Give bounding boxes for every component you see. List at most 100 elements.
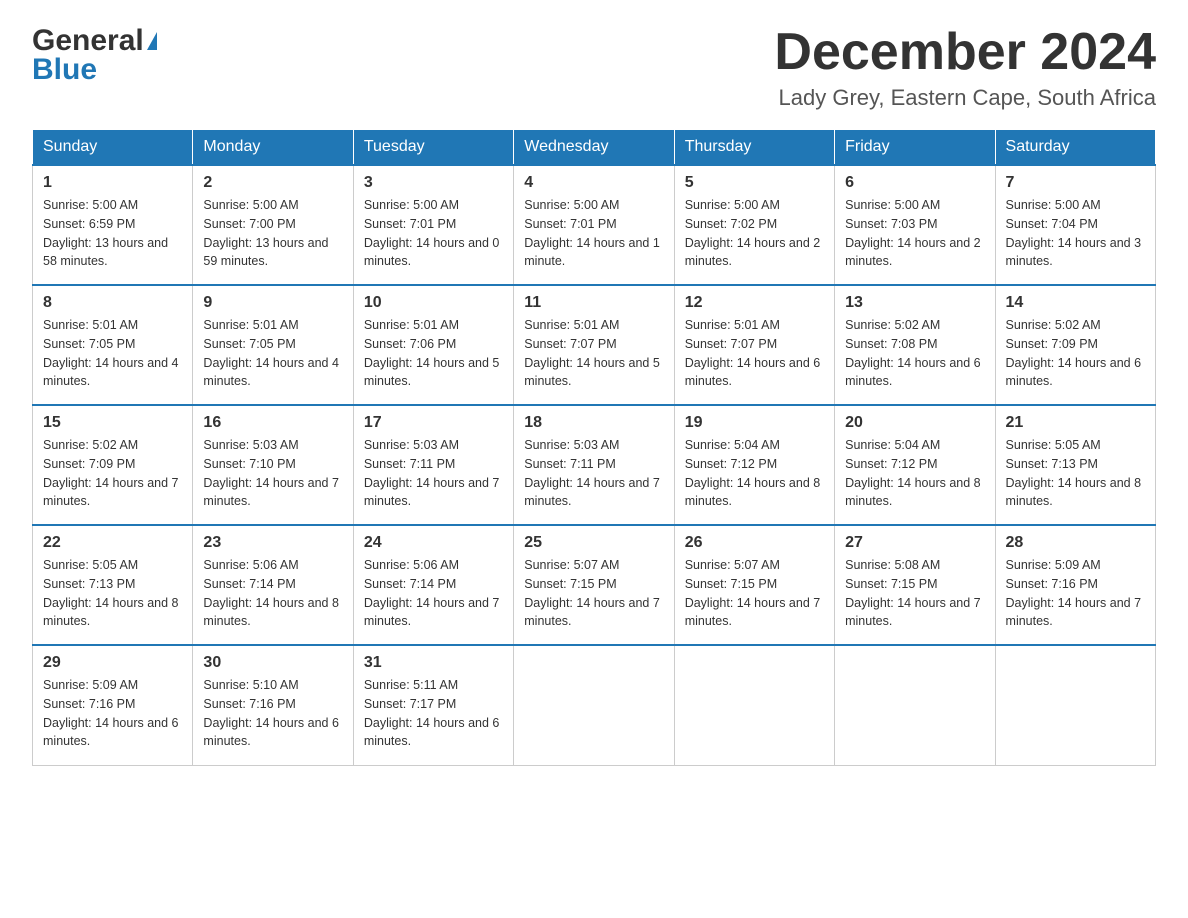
day-number: 27 (845, 534, 984, 552)
day-number: 16 (203, 414, 342, 432)
calendar-cell: 22 Sunrise: 5:05 AM Sunset: 7:13 PM Dayl… (33, 525, 193, 645)
calendar-cell: 14 Sunrise: 5:02 AM Sunset: 7:09 PM Dayl… (995, 285, 1155, 405)
day-number: 12 (685, 294, 824, 312)
calendar-week-row: 1 Sunrise: 5:00 AM Sunset: 6:59 PM Dayli… (33, 165, 1156, 285)
day-info: Sunrise: 5:01 AM Sunset: 7:05 PM Dayligh… (43, 316, 182, 391)
day-number: 30 (203, 654, 342, 672)
calendar-cell: 5 Sunrise: 5:00 AM Sunset: 7:02 PM Dayli… (674, 165, 834, 285)
calendar-cell: 26 Sunrise: 5:07 AM Sunset: 7:15 PM Dayl… (674, 525, 834, 645)
calendar-cell: 23 Sunrise: 5:06 AM Sunset: 7:14 PM Dayl… (193, 525, 353, 645)
logo-blue: Blue (32, 53, 97, 87)
calendar-cell: 17 Sunrise: 5:03 AM Sunset: 7:11 PM Dayl… (353, 405, 513, 525)
day-number: 5 (685, 174, 824, 192)
calendar-cell (674, 645, 834, 765)
calendar-cell: 13 Sunrise: 5:02 AM Sunset: 7:08 PM Dayl… (835, 285, 995, 405)
header-tuesday: Tuesday (353, 130, 513, 166)
day-number: 31 (364, 654, 503, 672)
day-info: Sunrise: 5:01 AM Sunset: 7:06 PM Dayligh… (364, 316, 503, 391)
day-info: Sunrise: 5:01 AM Sunset: 7:05 PM Dayligh… (203, 316, 342, 391)
calendar-week-row: 15 Sunrise: 5:02 AM Sunset: 7:09 PM Dayl… (33, 405, 1156, 525)
header-saturday: Saturday (995, 130, 1155, 166)
day-info: Sunrise: 5:01 AM Sunset: 7:07 PM Dayligh… (524, 316, 663, 391)
day-number: 20 (845, 414, 984, 432)
day-info: Sunrise: 5:00 AM Sunset: 7:01 PM Dayligh… (364, 196, 503, 271)
calendar-cell (835, 645, 995, 765)
day-info: Sunrise: 5:05 AM Sunset: 7:13 PM Dayligh… (1006, 436, 1145, 511)
calendar-cell: 9 Sunrise: 5:01 AM Sunset: 7:05 PM Dayli… (193, 285, 353, 405)
header-friday: Friday (835, 130, 995, 166)
day-number: 23 (203, 534, 342, 552)
calendar-cell: 21 Sunrise: 5:05 AM Sunset: 7:13 PM Dayl… (995, 405, 1155, 525)
calendar-week-row: 22 Sunrise: 5:05 AM Sunset: 7:13 PM Dayl… (33, 525, 1156, 645)
calendar-cell: 10 Sunrise: 5:01 AM Sunset: 7:06 PM Dayl… (353, 285, 513, 405)
day-info: Sunrise: 5:02 AM Sunset: 7:08 PM Dayligh… (845, 316, 984, 391)
day-number: 29 (43, 654, 182, 672)
calendar-cell: 15 Sunrise: 5:02 AM Sunset: 7:09 PM Dayl… (33, 405, 193, 525)
calendar-week-row: 29 Sunrise: 5:09 AM Sunset: 7:16 PM Dayl… (33, 645, 1156, 765)
day-number: 24 (364, 534, 503, 552)
title-area: December 2024 Lady Grey, Eastern Cape, S… (774, 24, 1156, 111)
day-info: Sunrise: 5:04 AM Sunset: 7:12 PM Dayligh… (685, 436, 824, 511)
day-number: 3 (364, 174, 503, 192)
day-number: 10 (364, 294, 503, 312)
calendar-cell (995, 645, 1155, 765)
day-info: Sunrise: 5:07 AM Sunset: 7:15 PM Dayligh… (685, 556, 824, 631)
day-number: 7 (1006, 174, 1145, 192)
day-number: 11 (524, 294, 663, 312)
day-number: 15 (43, 414, 182, 432)
day-number: 26 (685, 534, 824, 552)
day-info: Sunrise: 5:03 AM Sunset: 7:10 PM Dayligh… (203, 436, 342, 511)
calendar-cell: 19 Sunrise: 5:04 AM Sunset: 7:12 PM Dayl… (674, 405, 834, 525)
day-number: 9 (203, 294, 342, 312)
calendar-cell: 28 Sunrise: 5:09 AM Sunset: 7:16 PM Dayl… (995, 525, 1155, 645)
day-info: Sunrise: 5:00 AM Sunset: 6:59 PM Dayligh… (43, 196, 182, 271)
day-number: 22 (43, 534, 182, 552)
calendar-cell: 1 Sunrise: 5:00 AM Sunset: 6:59 PM Dayli… (33, 165, 193, 285)
header-sunday: Sunday (33, 130, 193, 166)
calendar-cell: 7 Sunrise: 5:00 AM Sunset: 7:04 PM Dayli… (995, 165, 1155, 285)
calendar-header-row: SundayMondayTuesdayWednesdayThursdayFrid… (33, 130, 1156, 166)
day-number: 21 (1006, 414, 1145, 432)
day-info: Sunrise: 5:10 AM Sunset: 7:16 PM Dayligh… (203, 676, 342, 751)
calendar-cell: 25 Sunrise: 5:07 AM Sunset: 7:15 PM Dayl… (514, 525, 674, 645)
location-subtitle: Lady Grey, Eastern Cape, South Africa (774, 85, 1156, 111)
day-number: 25 (524, 534, 663, 552)
calendar-cell: 12 Sunrise: 5:01 AM Sunset: 7:07 PM Dayl… (674, 285, 834, 405)
calendar-cell: 31 Sunrise: 5:11 AM Sunset: 7:17 PM Dayl… (353, 645, 513, 765)
month-title: December 2024 (774, 24, 1156, 81)
day-number: 18 (524, 414, 663, 432)
day-number: 28 (1006, 534, 1145, 552)
day-info: Sunrise: 5:03 AM Sunset: 7:11 PM Dayligh… (524, 436, 663, 511)
calendar-cell: 4 Sunrise: 5:00 AM Sunset: 7:01 PM Dayli… (514, 165, 674, 285)
calendar-cell: 24 Sunrise: 5:06 AM Sunset: 7:14 PM Dayl… (353, 525, 513, 645)
header-monday: Monday (193, 130, 353, 166)
header-thursday: Thursday (674, 130, 834, 166)
calendar-cell: 8 Sunrise: 5:01 AM Sunset: 7:05 PM Dayli… (33, 285, 193, 405)
day-number: 4 (524, 174, 663, 192)
calendar-cell: 30 Sunrise: 5:10 AM Sunset: 7:16 PM Dayl… (193, 645, 353, 765)
day-number: 13 (845, 294, 984, 312)
day-info: Sunrise: 5:11 AM Sunset: 7:17 PM Dayligh… (364, 676, 503, 751)
calendar-cell: 29 Sunrise: 5:09 AM Sunset: 7:16 PM Dayl… (33, 645, 193, 765)
day-number: 6 (845, 174, 984, 192)
calendar-cell: 2 Sunrise: 5:00 AM Sunset: 7:00 PM Dayli… (193, 165, 353, 285)
day-info: Sunrise: 5:07 AM Sunset: 7:15 PM Dayligh… (524, 556, 663, 631)
calendar-table: SundayMondayTuesdayWednesdayThursdayFrid… (32, 129, 1156, 766)
day-info: Sunrise: 5:09 AM Sunset: 7:16 PM Dayligh… (43, 676, 182, 751)
day-info: Sunrise: 5:02 AM Sunset: 7:09 PM Dayligh… (1006, 316, 1145, 391)
day-info: Sunrise: 5:00 AM Sunset: 7:00 PM Dayligh… (203, 196, 342, 271)
logo-area: General Blue (32, 24, 157, 87)
day-info: Sunrise: 5:00 AM Sunset: 7:03 PM Dayligh… (845, 196, 984, 271)
day-number: 2 (203, 174, 342, 192)
day-info: Sunrise: 5:09 AM Sunset: 7:16 PM Dayligh… (1006, 556, 1145, 631)
day-info: Sunrise: 5:01 AM Sunset: 7:07 PM Dayligh… (685, 316, 824, 391)
day-info: Sunrise: 5:04 AM Sunset: 7:12 PM Dayligh… (845, 436, 984, 511)
day-number: 14 (1006, 294, 1145, 312)
day-info: Sunrise: 5:06 AM Sunset: 7:14 PM Dayligh… (203, 556, 342, 631)
day-info: Sunrise: 5:00 AM Sunset: 7:04 PM Dayligh… (1006, 196, 1145, 271)
day-number: 1 (43, 174, 182, 192)
page-header: General Blue December 2024 Lady Grey, Ea… (32, 24, 1156, 111)
day-number: 17 (364, 414, 503, 432)
day-info: Sunrise: 5:00 AM Sunset: 7:01 PM Dayligh… (524, 196, 663, 271)
day-number: 8 (43, 294, 182, 312)
